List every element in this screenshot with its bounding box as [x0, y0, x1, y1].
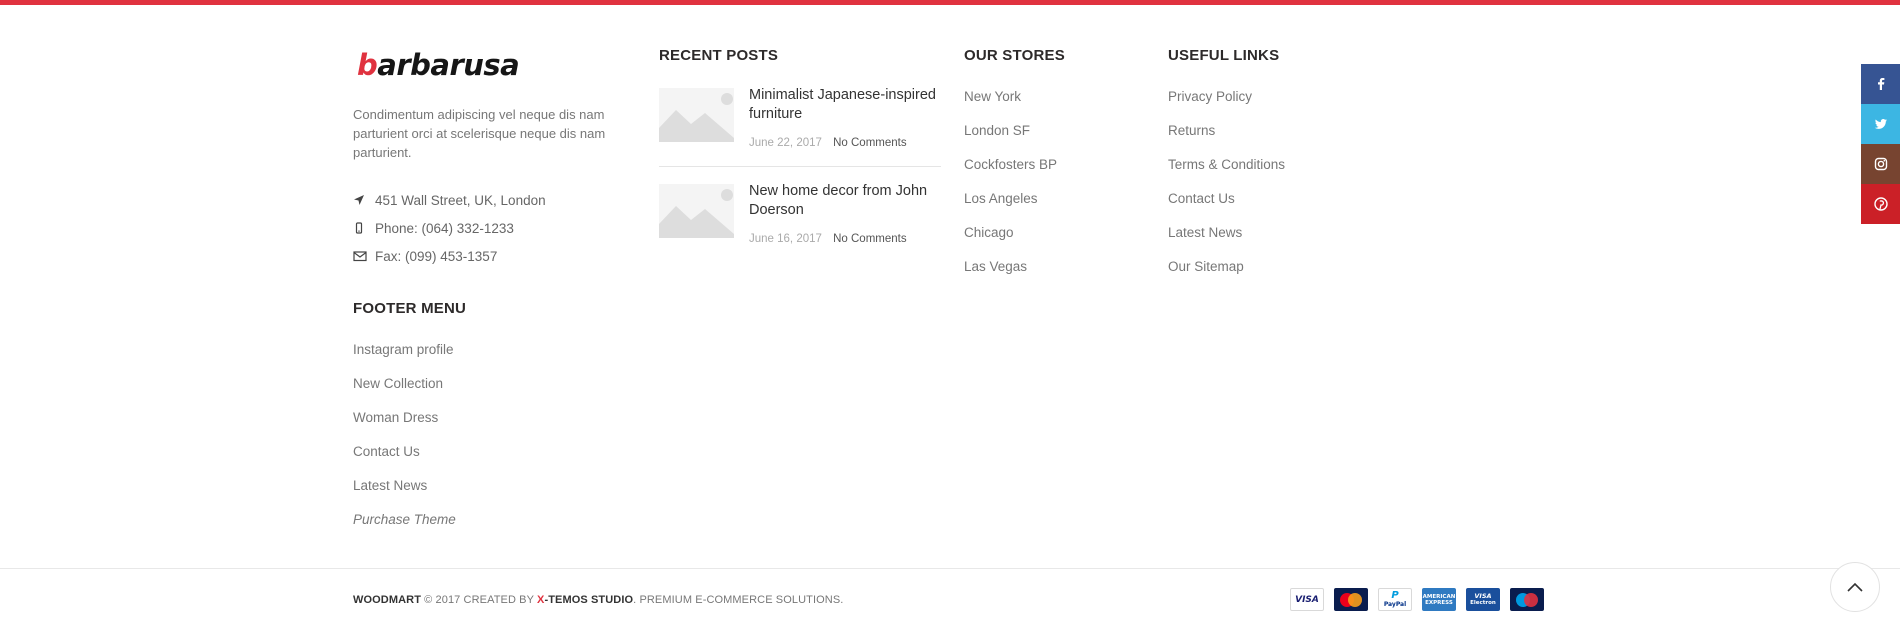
post-date: June 22, 2017 — [749, 137, 822, 149]
pinterest-icon — [1873, 197, 1888, 211]
instagram-icon — [1874, 157, 1887, 171]
brand-logo[interactable]: barbarusa — [357, 48, 575, 82]
logo-text-rest: arbarusa — [377, 48, 520, 82]
facebook-icon — [1877, 78, 1884, 90]
payment-methods: VISA P PayPal AMERICAN EXPRESS VISA Elec… — [1290, 588, 1544, 611]
footer-menu-item-woman-dress[interactable]: Woman Dress — [353, 405, 456, 439]
post-meta: June 22, 2017 No Comments — [749, 137, 941, 149]
paypal-icon: P PayPal — [1378, 588, 1412, 611]
phone-text: Phone: (064) 332-1233 — [375, 220, 514, 236]
useful-link-latest-news[interactable]: Latest News — [1168, 220, 1285, 254]
location-arrow-icon — [353, 194, 375, 206]
post-meta: June 16, 2017 No Comments — [749, 233, 941, 245]
post-title[interactable]: Minimalist Japanese-inspired furniture — [749, 86, 941, 124]
store-link-chicago[interactable]: Chicago — [964, 220, 1057, 254]
twitter-share-button[interactable] — [1861, 104, 1900, 144]
phone-row: Phone: (064) 332-1233 — [353, 214, 643, 242]
social-share-bar — [1861, 64, 1900, 224]
post-divider — [659, 166, 941, 167]
maestro-icon — [1510, 588, 1544, 611]
footer-menu-list: Instagram profile New Collection Woman D… — [353, 337, 456, 541]
copyright-brand[interactable]: WOODMART — [353, 594, 421, 606]
mastercard-icon — [1334, 588, 1368, 611]
store-link-london-sf[interactable]: London SF — [964, 118, 1057, 152]
post-thumbnail[interactable] — [659, 184, 734, 238]
useful-link-our-sitemap[interactable]: Our Sitemap — [1168, 254, 1285, 288]
recent-posts-title: RECENT POSTS — [659, 47, 779, 64]
copyright-studio-name[interactable]: -TEMOS STUDIO — [544, 594, 633, 606]
visa-card-label: VISA — [1295, 594, 1319, 605]
paypal-label: PayPal — [1383, 601, 1407, 608]
contact-list: 451 Wall Street, UK, London Phone: (064)… — [353, 186, 643, 270]
useful-links-title: USEFUL LINKS — [1168, 47, 1280, 64]
visa-electron-label-bottom: Electron — [1470, 599, 1496, 606]
amex-label-bottom: EXPRESS — [1425, 599, 1453, 606]
our-stores-list: New York London SF Cockfosters BP Los An… — [964, 84, 1057, 288]
image-placeholder-icon — [659, 93, 734, 142]
post-thumbnail[interactable] — [659, 88, 734, 142]
pinterest-share-button[interactable] — [1861, 184, 1900, 224]
fax-text: Fax: (099) 453-1357 — [375, 248, 498, 264]
store-link-las-vegas[interactable]: Las Vegas — [964, 254, 1057, 288]
useful-link-contact-us[interactable]: Contact Us — [1168, 186, 1285, 220]
footer-menu-title: FOOTER MENU — [353, 300, 467, 317]
about-description: Condimentum adipiscing vel neque dis nam… — [353, 107, 606, 160]
scroll-to-top-button[interactable] — [1830, 562, 1880, 612]
instagram-share-button[interactable] — [1861, 144, 1900, 184]
address-row: 451 Wall Street, UK, London — [353, 186, 643, 214]
post-title[interactable]: New home decor from John Doerson — [749, 182, 941, 220]
visa-electron-label-top: VISA — [1474, 591, 1492, 600]
post-date: June 16, 2017 — [749, 233, 822, 245]
footer-widgets: barbarusa Condimentum adipiscing vel neq… — [353, 0, 1547, 565]
copyright-text: WOODMART © 2017 CREATED BY X-TEMOS STUDI… — [353, 594, 843, 606]
post-comments-link[interactable]: No Comments — [833, 137, 907, 149]
useful-link-returns[interactable]: Returns — [1168, 118, 1285, 152]
store-link-los-angeles[interactable]: Los Angeles — [964, 186, 1057, 220]
visa-card-icon: VISA — [1290, 588, 1324, 611]
footer-menu-item-latest-news[interactable]: Latest News — [353, 473, 456, 507]
twitter-icon — [1874, 119, 1887, 129]
facebook-share-button[interactable] — [1861, 64, 1900, 104]
american-express-icon: AMERICAN EXPRESS — [1422, 588, 1456, 611]
store-link-new-york[interactable]: New York — [964, 84, 1057, 118]
our-stores-title: OUR STORES — [964, 47, 1065, 64]
post-comments-link[interactable]: No Comments — [833, 233, 907, 245]
useful-link-privacy-policy[interactable]: Privacy Policy — [1168, 84, 1285, 118]
copyright-tail: . PREMIUM E-COMMERCE SOLUTIONS. — [633, 594, 844, 606]
chevron-up-icon — [1847, 582, 1863, 592]
footer-menu-item-purchase-theme[interactable]: Purchase Theme — [353, 507, 456, 541]
address-text: 451 Wall Street, UK, London — [375, 192, 546, 208]
mobile-phone-icon — [353, 222, 375, 234]
logo-text: barbarusa — [357, 48, 520, 82]
useful-links-list: Privacy Policy Returns Terms & Condition… — [1168, 84, 1285, 288]
useful-link-terms-conditions[interactable]: Terms & Conditions — [1168, 152, 1285, 186]
visa-electron-icon: VISA Electron — [1466, 588, 1500, 611]
footer-menu-item-new-collection[interactable]: New Collection — [353, 371, 456, 405]
image-placeholder-icon — [659, 189, 734, 238]
copyright-divider — [0, 568, 1900, 569]
paypal-letter: P — [1391, 590, 1399, 601]
fax-row: Fax: (099) 453-1357 — [353, 242, 643, 270]
store-link-cockfosters-bp[interactable]: Cockfosters BP — [964, 152, 1057, 186]
envelope-icon — [353, 250, 375, 262]
copyright-mid: © 2017 CREATED BY — [421, 594, 537, 606]
footer-menu-item-instagram[interactable]: Instagram profile — [353, 337, 456, 371]
footer-menu-item-contact-us[interactable]: Contact Us — [353, 439, 456, 473]
